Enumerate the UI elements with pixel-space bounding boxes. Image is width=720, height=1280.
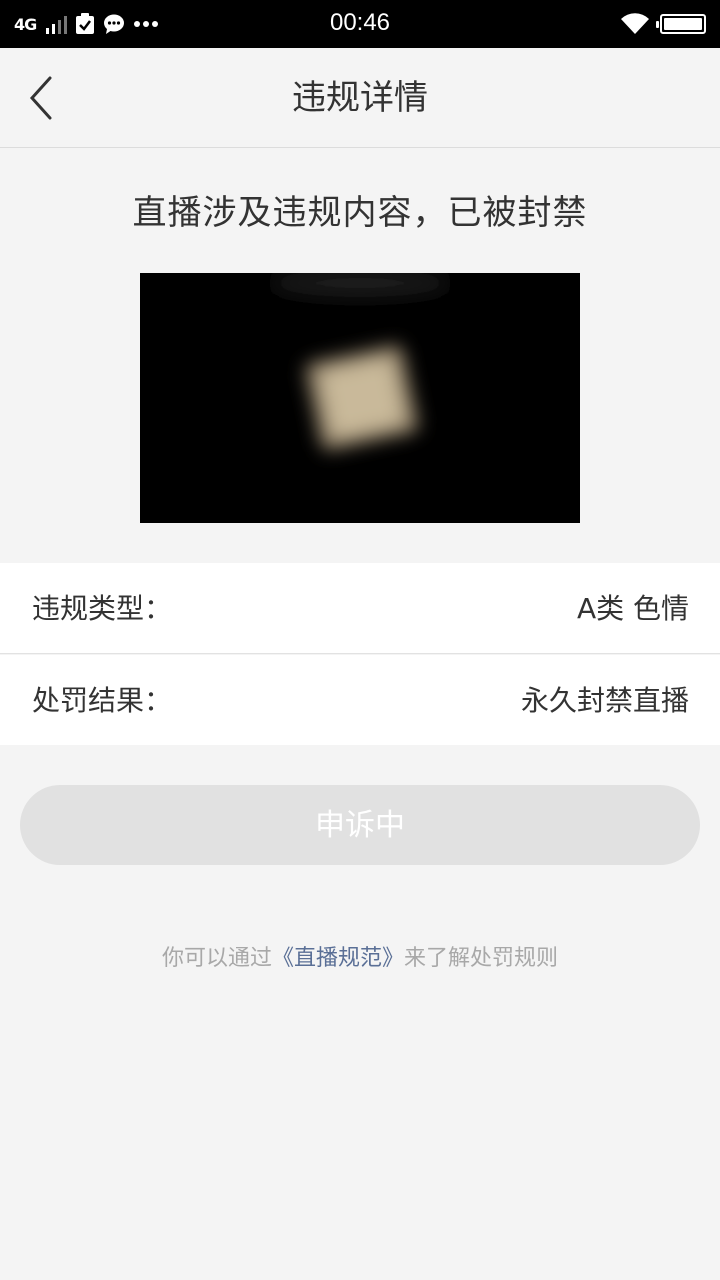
clock: 00:46 <box>329 9 391 36</box>
penalty-result-row: 处罚结果： 永久封禁直播 <box>0 655 720 745</box>
live-rules-link[interactable]: 《直播规范》 <box>272 946 404 971</box>
page-title: 违规详情 <box>292 78 428 118</box>
battery-icon <box>656 14 706 34</box>
status-right <box>620 0 706 48</box>
footnote-suffix: 来了解处罚规则 <box>404 946 559 971</box>
battery-fill <box>664 18 702 30</box>
ban-headline: 直播涉及违规内容，已被封禁 <box>132 193 588 233</box>
penalty-result-label: 处罚结果： <box>32 684 173 717</box>
status-bar: 4G 00:46 <box>0 0 720 48</box>
blurred-frame-image <box>140 273 580 523</box>
nav-header: 违规详情 <box>0 48 720 148</box>
rules-footnote: 你可以通过《直播规范》来了解处罚规则 <box>0 940 720 972</box>
violation-type-row: 违规类型： A类 色情 <box>0 563 720 654</box>
violation-screenshot <box>140 273 580 523</box>
wifi-icon <box>621 13 649 35</box>
violation-type-value: A类 色情 <box>576 592 689 625</box>
footnote-prefix: 你可以通过 <box>161 946 272 971</box>
appeal-button[interactable]: 申诉中 <box>20 785 700 865</box>
violation-type-label: 违规类型： <box>32 592 173 625</box>
penalty-result-value: 永久封禁直播 <box>520 684 689 717</box>
